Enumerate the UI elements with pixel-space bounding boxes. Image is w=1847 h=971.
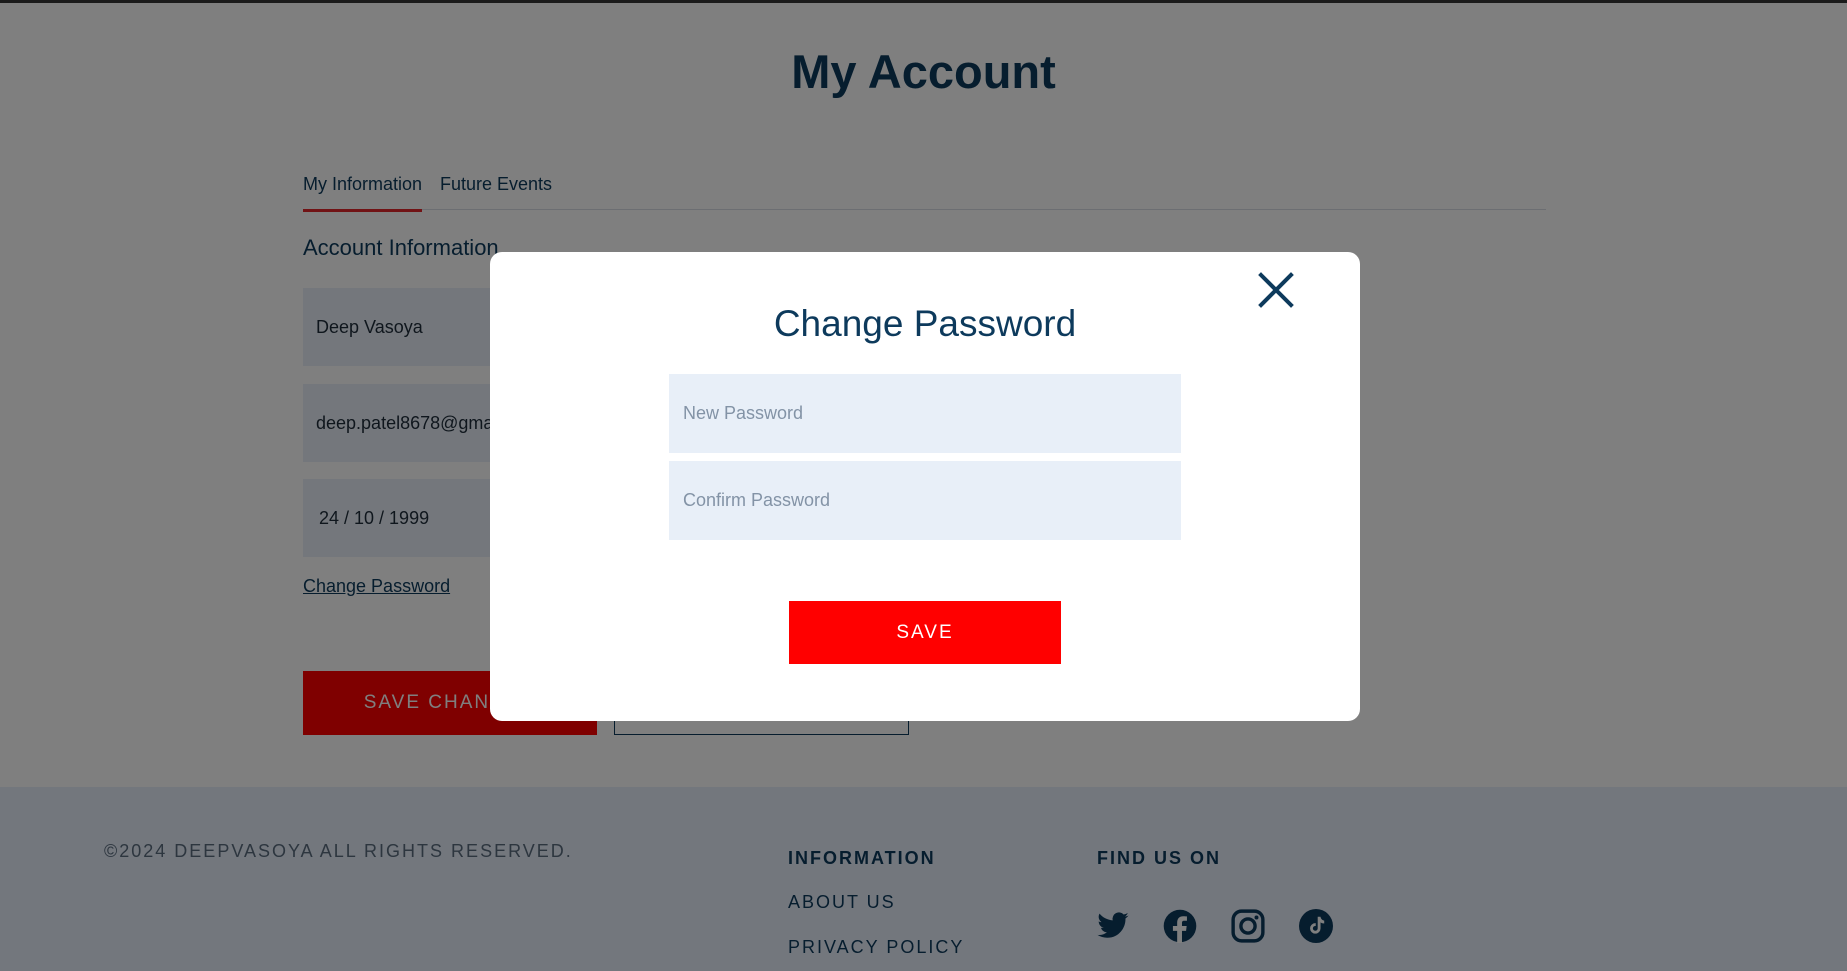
modal-title: Change Password [773,303,1077,344]
confirm-password-input[interactable] [669,461,1181,540]
change-password-modal: Change Password SAVE [490,252,1360,721]
new-password-input[interactable] [669,374,1181,453]
save-button[interactable]: SAVE [789,601,1061,664]
